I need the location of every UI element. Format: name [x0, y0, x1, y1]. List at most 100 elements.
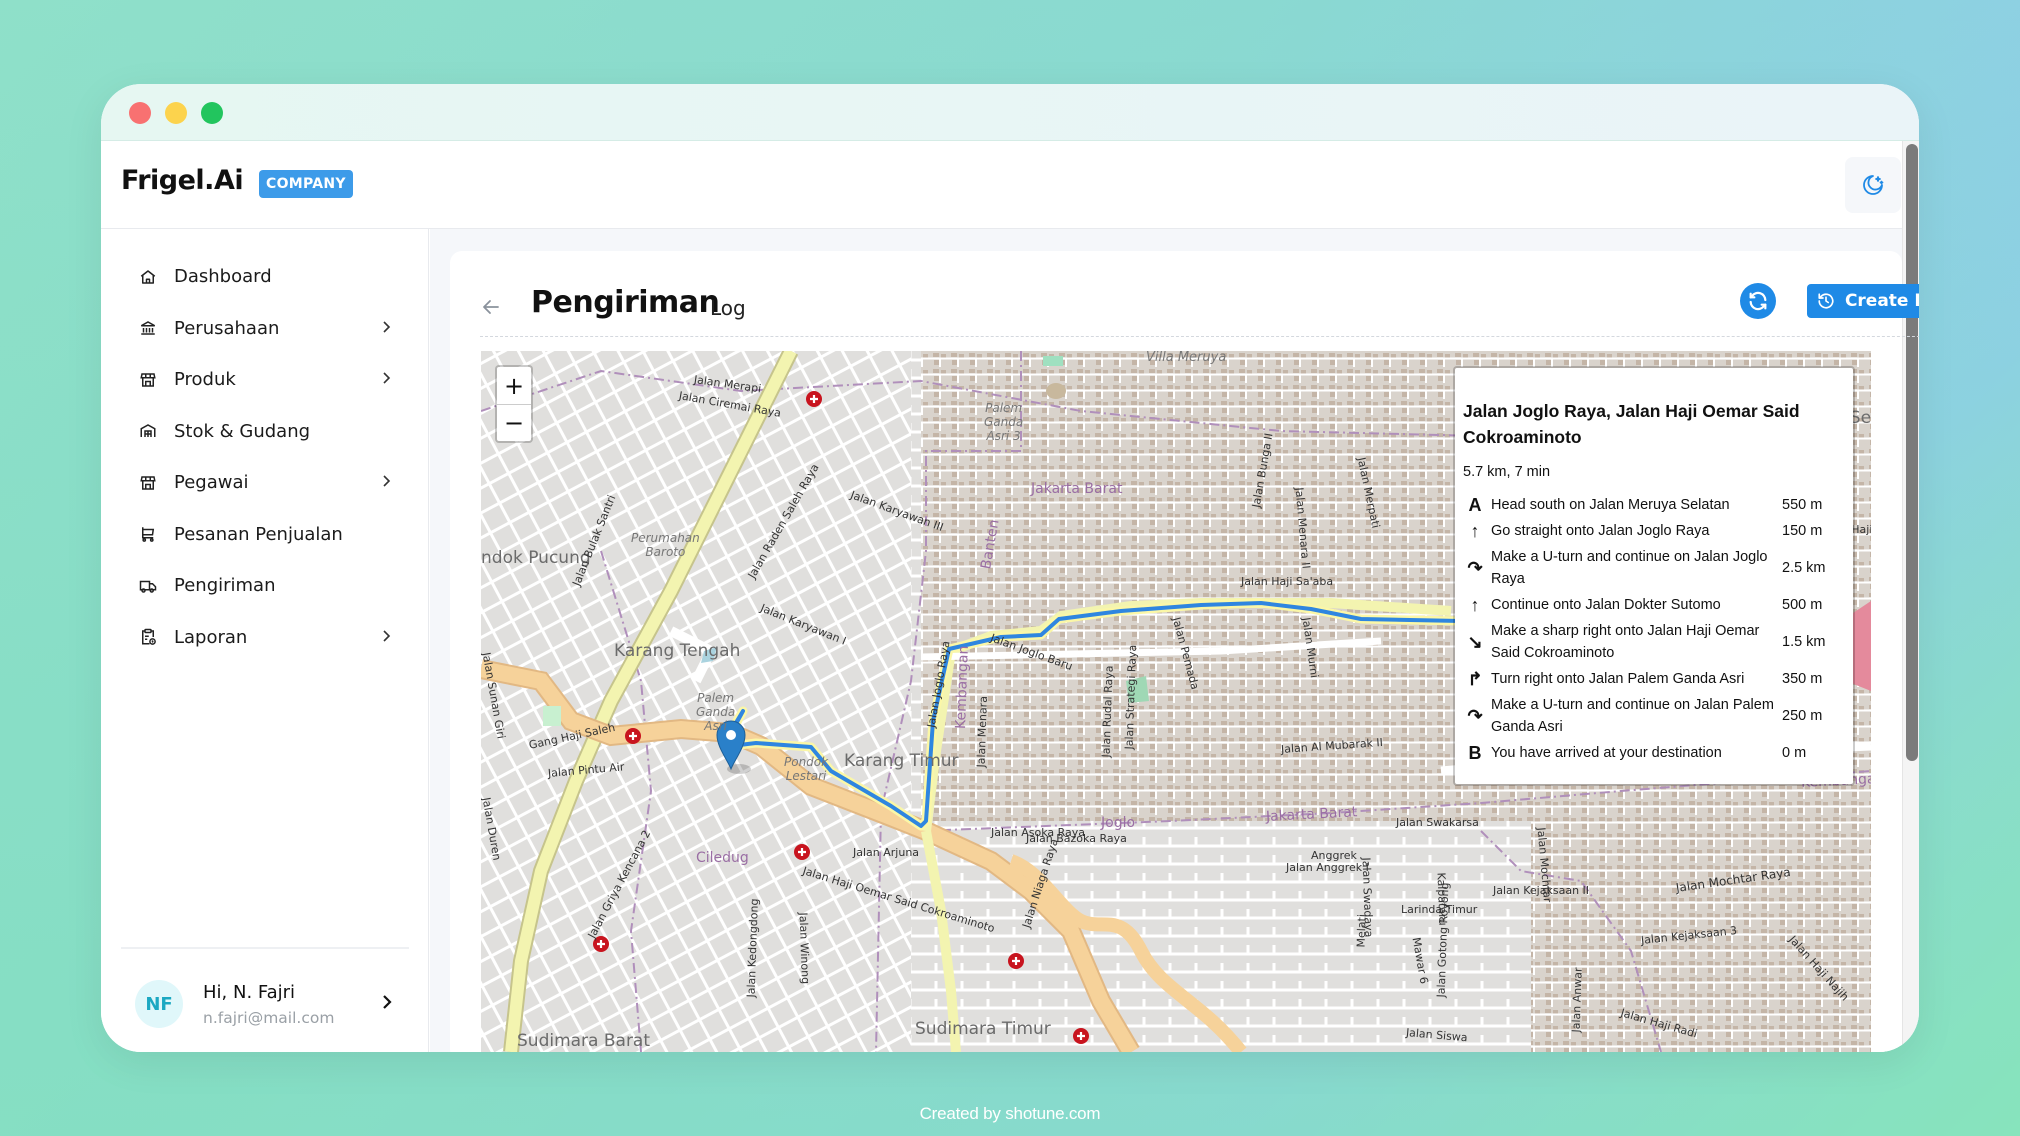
route-step[interactable]: ↘ Make a sharp right onto Jalan Haji Oema…	[1463, 618, 1845, 666]
chevron-right-icon	[381, 319, 391, 338]
sidebar-item-pegawai[interactable]: Pegawai	[123, 457, 409, 509]
create-log-label: Create Log	[1844, 291, 1919, 311]
hospital-icon	[1008, 953, 1024, 969]
maximize-window-button[interactable]	[201, 102, 223, 124]
route-step[interactable]: ↷ Make a U-turn and continue on Jalan Jog…	[1463, 544, 1845, 592]
chevron-right-icon	[381, 628, 391, 647]
title-bar	[101, 84, 1919, 141]
sidebar-item-label: Perusahaan	[174, 317, 280, 339]
map-label: Pondok Lestari	[784, 755, 829, 783]
map-label: Jakarta Barat	[1031, 481, 1123, 497]
close-window-button[interactable]	[129, 102, 151, 124]
map-label: Sudimara Timur	[915, 1019, 1051, 1039]
map-label: Villa Meruya	[1146, 351, 1227, 365]
route-step-text: Make a U-turn and continue on Jalan Pale…	[1491, 697, 1774, 735]
minimize-window-button[interactable]	[165, 102, 187, 124]
hospital-icon	[794, 844, 810, 860]
route-step[interactable]: B You have arrived at your destination 0 m	[1463, 740, 1845, 766]
route-steps: A Head south on Jalan Meruya Selatan 550 m…	[1463, 492, 1845, 766]
sidebar-item-pesanan-penjualan[interactable]: Pesanan Penjualan	[123, 509, 409, 561]
route-step[interactable]: ↑ Go straight onto Jalan Joglo Raya 150 m	[1463, 518, 1845, 544]
hospital-icon	[806, 391, 822, 407]
route-step-distance: 550 m	[1782, 497, 1823, 513]
back-button[interactable]	[482, 299, 500, 319]
history-icon	[1818, 293, 1834, 309]
create-log-button[interactable]: Create Log	[1807, 284, 1919, 318]
home-icon	[138, 267, 158, 287]
truck-icon	[138, 576, 158, 596]
routing-instructions-panel[interactable]: Jalan Joglo Raya, Jalan Haji Oemar Said …	[1453, 366, 1855, 786]
route-step[interactable]: ↑ Continue onto Jalan Dokter Sutomo 500 m	[1463, 592, 1845, 618]
straight-arrow-icon: ↑	[1470, 521, 1480, 541]
sidebar-item-label: Stok & Gudang	[174, 420, 311, 442]
route-step-distance: 150 m	[1782, 523, 1823, 539]
map-label: Kalpataru	[1434, 872, 1450, 926]
route-step[interactable]: A Head south on Jalan Meruya Selatan 550 m	[1463, 492, 1845, 518]
arrow-left-icon	[483, 300, 499, 314]
sharp-right-icon: ↘	[1467, 632, 1483, 652]
route-step-distance: 350 m	[1782, 671, 1823, 687]
refresh-button[interactable]	[1740, 283, 1776, 319]
store-icon	[138, 473, 158, 493]
page-scrollbar[interactable]	[1902, 141, 1919, 1052]
map-label: ndok Pucung	[481, 548, 591, 568]
avatar: NF	[135, 980, 183, 1028]
route-step[interactable]: ↷ Make a U-turn and continue on Jalan Pal…	[1463, 692, 1845, 740]
bank-icon	[138, 318, 158, 338]
sidebar-item-laporan[interactable]: Laporan	[123, 612, 409, 664]
sidebar-item-label: Laporan	[174, 626, 248, 648]
app-header: Frigel.Ai COMPANY	[101, 141, 1902, 229]
end-marker-icon: B	[1468, 743, 1482, 763]
map-label: Palem Ganda Asri 3	[984, 401, 1024, 443]
map-label: Jalan Menara	[974, 695, 990, 768]
route-step-text: Make a U-turn and continue on Jalan Jogl…	[1491, 549, 1768, 587]
sidebar-divider	[121, 947, 409, 949]
park	[1043, 356, 1063, 366]
company-badge: COMPANY	[259, 170, 353, 198]
sidebar-item-label: Pegawai	[174, 472, 249, 494]
theme-toggle-button[interactable]	[1845, 157, 1901, 213]
park	[543, 706, 561, 726]
map-label: Melati	[1354, 913, 1369, 948]
straight-arrow-icon: ↑	[1470, 595, 1480, 615]
map-label: Perumahan Baroto	[631, 531, 700, 559]
page-subtitle: Log	[710, 296, 746, 320]
map-label: Jalan Swakarsa	[1396, 816, 1479, 829]
park	[1046, 383, 1066, 399]
scrollbar-thumb[interactable]	[1906, 144, 1918, 761]
sidebar-item-dashboard[interactable]: Dashboard	[123, 251, 409, 303]
zoom-in-button[interactable]: +	[497, 367, 531, 404]
map-label: Karang Tengah	[614, 641, 741, 661]
user-profile-card[interactable]: NF Hi, N. Fajri n.fajri@mail.com	[121, 962, 409, 1040]
sidebar-item-produk[interactable]: Produk	[123, 354, 409, 406]
cart-icon	[138, 524, 158, 544]
credit-text: Created by shotune.com	[919, 1104, 1101, 1123]
route-step-text: Go straight onto Jalan Joglo Raya	[1491, 523, 1710, 539]
map-label: Palem Ganda Asri	[696, 691, 736, 733]
route-step-text: Head south on Jalan Meruya Selatan	[1491, 497, 1730, 513]
sidebar-item-perusahaan[interactable]: Perusahaan	[123, 303, 409, 355]
chevron-right-icon	[381, 473, 391, 492]
route-step-distance: 250 m	[1782, 708, 1823, 724]
hospital-icon	[1073, 1028, 1089, 1044]
sidebar-item-pengiriman[interactable]: Pengiriman	[123, 560, 409, 612]
sidebar-item-label: Dashboard	[174, 266, 272, 288]
route-step-distance: 1.5 km	[1782, 634, 1826, 650]
route-map[interactable]: Villa Meruya Meruya Se Jakarta Barat Jak…	[481, 351, 1871, 1052]
warehouse-icon	[138, 421, 158, 441]
u-turn-icon: ↷	[1467, 558, 1483, 578]
map-label: Jalan Anwar	[1569, 967, 1585, 1033]
map-label: Karang Timur	[844, 751, 959, 771]
map-zoom-control: + −	[495, 365, 533, 443]
app-logo[interactable]: Frigel.Ai	[121, 165, 244, 196]
page-title: Pengiriman	[531, 285, 720, 320]
route-step-text: You have arrived at your destination	[1491, 745, 1722, 761]
map-label: Sudimara Barat	[517, 1031, 651, 1051]
chevron-right-icon	[381, 994, 393, 1014]
sidebar-item-stok-gudang[interactable]: Stok & Gudang	[123, 406, 409, 458]
header-divider	[480, 336, 1919, 337]
route-step[interactable]: ↱ Turn right onto Jalan Palem Ganda Asri 3…	[1463, 666, 1845, 692]
map-label: Jalan Winong	[796, 912, 812, 985]
u-turn-icon: ↷	[1467, 706, 1483, 726]
zoom-out-button[interactable]: −	[497, 404, 531, 441]
